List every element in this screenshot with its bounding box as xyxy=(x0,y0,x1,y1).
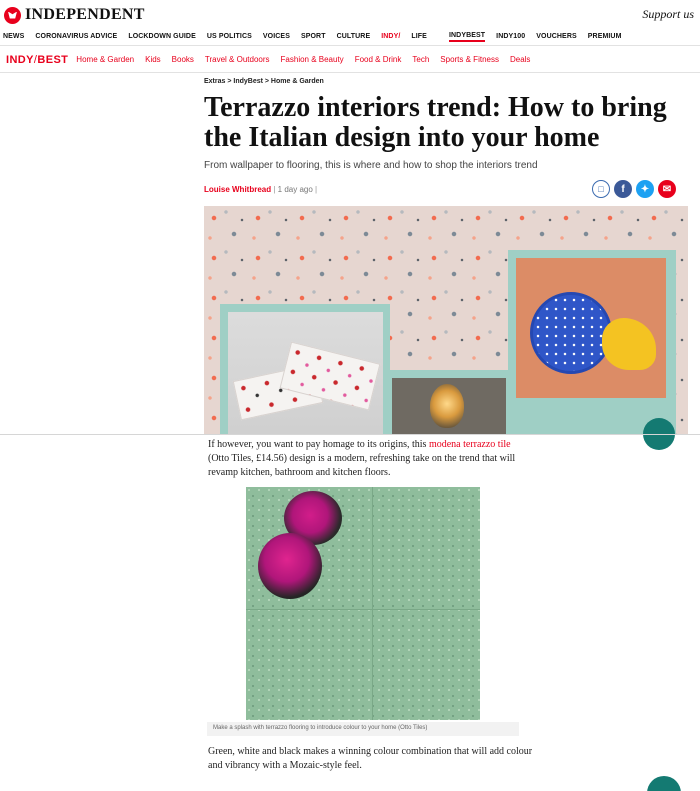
indy-life-suffix: LIFE xyxy=(411,33,427,40)
subnav-item-books[interactable]: Books xyxy=(172,55,194,64)
yellow-wave-object xyxy=(602,318,656,370)
fold-divider xyxy=(0,434,700,435)
subnav-item-sports-fitness[interactable]: Sports & Fitness xyxy=(440,55,499,64)
nav-item-lockdown-guide[interactable]: LOCKDOWN GUIDE xyxy=(128,33,196,40)
email-icon[interactable]: ✉ xyxy=(658,180,676,198)
tile-grout xyxy=(372,487,373,720)
subnav-item-travel-outdoors[interactable]: Travel & Outdoors xyxy=(205,55,270,64)
nav-item-indy100[interactable]: INDY100 xyxy=(496,33,525,40)
hero-image xyxy=(204,206,688,434)
subnav-item-food-drink[interactable]: Food & Drink xyxy=(355,55,402,64)
nav-item-coronavirus-advice[interactable]: CORONAVIRUS ADVICE xyxy=(35,33,117,40)
nav-item-indybest[interactable]: INDYBEST xyxy=(448,32,486,42)
nav-item-sport[interactable]: SPORT xyxy=(301,33,326,40)
subnav-item-home-garden[interactable]: Home & Garden xyxy=(76,55,134,64)
article-paragraph: If however, you want to pay homage to it… xyxy=(208,438,528,480)
green-terrazzo-tile-image xyxy=(246,487,480,720)
publish-time: 1 day ago xyxy=(277,185,313,194)
independent-logo[interactable]: INDEPENDENT xyxy=(4,6,145,24)
nav-item-culture[interactable]: CULTURE xyxy=(337,33,371,40)
image-caption: Make a splash with terrazzo flooring to … xyxy=(207,722,519,736)
nav-item-indy-life[interactable]: INDY/LIFE xyxy=(381,33,438,40)
indybest-subnav: INDY/BEST Home & Garden Kids Books Trave… xyxy=(0,47,700,73)
support-us-link[interactable]: Support us xyxy=(642,7,694,22)
blue-terrazzo-plate xyxy=(530,292,612,374)
subnav-item-fashion-beauty[interactable]: Fashion & Beauty xyxy=(281,55,344,64)
light-bulb-photo xyxy=(392,378,506,434)
twitter-icon[interactable]: ✦ xyxy=(636,180,654,198)
paragraph-text: If however, you want to pay homage to it… xyxy=(208,439,429,450)
subnav-item-kids[interactable]: Kids xyxy=(145,55,161,64)
indybest-logo[interactable]: INDY/BEST xyxy=(6,54,68,66)
indybest-logo-right: BEST xyxy=(37,53,69,66)
nav-item-us-politics[interactable]: US POLITICS xyxy=(207,33,252,40)
bookmark-icon[interactable]: □ xyxy=(592,180,610,198)
article-title: Terrazzo interiors trend: How to bring t… xyxy=(204,92,667,153)
byline: Louise Whitbread | 1 day ago | xyxy=(204,185,317,194)
modena-terrazzo-tile-link[interactable]: modena terrazzo tile xyxy=(429,439,511,450)
share-buttons: □ f ✦ ✉ xyxy=(592,180,676,198)
subnav-item-deals[interactable]: Deals xyxy=(510,55,530,64)
subnav-item-tech[interactable]: Tech xyxy=(412,55,429,64)
breadcrumb[interactable]: Extras > IndyBest > Home & Garden xyxy=(204,78,324,85)
floating-action-button[interactable] xyxy=(647,776,681,791)
pink-flower-pot xyxy=(258,533,322,599)
indybest-logo-left: INDY xyxy=(6,53,34,66)
tile-grout xyxy=(246,609,480,610)
indy-life-prefix: INDY/ xyxy=(381,33,401,40)
top-bar: INDEPENDENT Support us xyxy=(0,0,700,28)
light-bulb xyxy=(430,384,464,428)
nav-item-news[interactable]: NEWS xyxy=(3,33,24,40)
facebook-icon[interactable]: f xyxy=(614,180,632,198)
terrazzo-trays-photo xyxy=(228,312,383,434)
nav-item-voices[interactable]: VOICES xyxy=(263,33,290,40)
logo-text: INDEPENDENT xyxy=(25,6,145,23)
byline-separator-end: | xyxy=(315,185,318,194)
main-nav: NEWS CORONAVIRUS ADVICE LOCKDOWN GUIDE U… xyxy=(0,28,700,46)
article-paragraph: Green, white and black makes a winning c… xyxy=(208,746,533,771)
paragraph-text: (Otto Tiles, £14.56) design is a modern,… xyxy=(208,453,516,478)
blue-plate-photo xyxy=(516,258,666,398)
byline-separator: | xyxy=(273,185,276,194)
nav-item-premium[interactable]: PREMIUM xyxy=(588,33,622,40)
nav-item-vouchers[interactable]: VOUCHERS xyxy=(536,33,576,40)
eagle-icon xyxy=(4,6,21,24)
article-subtitle: From wallpaper to flooring, this is wher… xyxy=(204,160,538,171)
author-link[interactable]: Louise Whitbread xyxy=(204,185,271,194)
